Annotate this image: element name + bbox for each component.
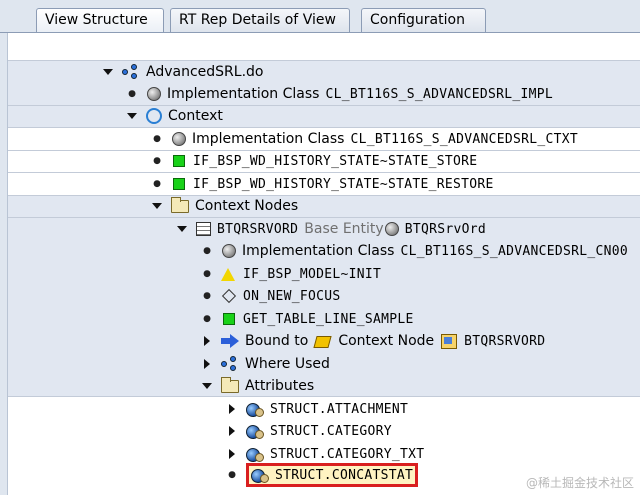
tree-node-impl-class[interactable]: ● Implementation Class CL_BT116S_S_ADVAN… bbox=[151, 128, 578, 150]
bullet-icon: ● bbox=[203, 246, 211, 256]
folder-open-icon bbox=[171, 196, 189, 213]
impl-label: Implementation Class bbox=[167, 86, 320, 102]
class-icon bbox=[147, 87, 161, 101]
impl-value: CL_BT116S_S_ADVANCEDSRL_IMPL bbox=[325, 86, 553, 102]
bullet-icon: ● bbox=[203, 314, 211, 324]
tree-node-where-used[interactable]: Where Used bbox=[201, 353, 330, 375]
base-entity-label: Base Entity bbox=[304, 221, 384, 237]
tree-node-method[interactable]: ● IF_BSP_WD_HISTORY_STATE~STATE_RESTORE bbox=[151, 173, 494, 195]
method-label: GET_TABLE_LINE_SAMPLE bbox=[243, 311, 414, 327]
root-label: AdvancedSRL.do bbox=[146, 64, 264, 80]
bullet-icon: ● bbox=[203, 269, 211, 279]
tree-node-method[interactable]: ● ON_NEW_FOCUS bbox=[201, 285, 341, 307]
tree-node-attribute-selected[interactable]: ● STRUCT.CONCATSTAT bbox=[226, 463, 419, 487]
attribute-label: STRUCT.CATEGORY_TXT bbox=[270, 446, 425, 462]
bullet-icon: ● bbox=[153, 179, 161, 189]
method-diamond-icon bbox=[221, 288, 237, 304]
row-bg bbox=[8, 105, 640, 128]
chevron-right-icon[interactable] bbox=[226, 403, 238, 415]
chevron-down-icon[interactable] bbox=[176, 223, 188, 235]
chevron-right-icon[interactable] bbox=[201, 358, 213, 370]
method-public-icon bbox=[223, 313, 235, 325]
row-bg bbox=[8, 195, 640, 218]
tree-node-impl-class[interactable]: ● Implementation Class CL_BT116S_S_ADVAN… bbox=[126, 83, 553, 105]
tab-configuration[interactable]: Configuration bbox=[361, 8, 486, 33]
bound-mid: Context Node bbox=[338, 333, 435, 349]
context-icon bbox=[146, 108, 162, 124]
attribute-label: STRUCT.CATEGORY bbox=[270, 423, 392, 439]
tree-node-attribute[interactable]: STRUCT.CATEGORY bbox=[226, 420, 392, 442]
impl-value: CL_BT116S_S_ADVANCEDSRL_CN00 bbox=[400, 243, 628, 259]
tree-node-attributes[interactable]: Attributes bbox=[201, 375, 314, 397]
bound-value: BTQRSRVORD bbox=[464, 333, 546, 349]
bullet-icon: ● bbox=[128, 89, 136, 99]
tree-node-root[interactable]: AdvancedSRL.do bbox=[102, 61, 263, 83]
impl-value: CL_BT116S_S_ADVANCEDSRL_CTXT bbox=[350, 131, 578, 147]
tree-node-context-nodes[interactable]: Context Nodes bbox=[151, 195, 298, 217]
bullet-icon: ● bbox=[228, 470, 236, 480]
tree-node-impl-class[interactable]: ● Implementation Class CL_BT116S_S_ADVAN… bbox=[201, 240, 628, 262]
tree-node-method[interactable]: ● IF_BSP_MODEL~INIT bbox=[201, 263, 381, 285]
tab-bar: View Structure RT Rep Details of View Co… bbox=[0, 0, 640, 34]
chevron-right-icon[interactable] bbox=[226, 425, 238, 437]
tree-node-btqrsrvord[interactable]: BTQRSRVORD Base Entity BTQRSrvOrd bbox=[176, 218, 486, 240]
tree-node-context[interactable]: Context bbox=[126, 105, 223, 127]
arrow-right-icon bbox=[221, 334, 239, 348]
view-structure-panel: AdvancedSRL.do ● Implementation Class CL… bbox=[7, 33, 640, 495]
bullet-icon: ● bbox=[153, 134, 161, 144]
folder-open-icon bbox=[221, 376, 239, 393]
watermark: @稀土掘金技术社区 bbox=[525, 476, 634, 490]
attribute-label: STRUCT.CONCATSTAT bbox=[275, 467, 414, 483]
chevron-down-icon[interactable] bbox=[102, 66, 114, 78]
chevron-right-icon[interactable] bbox=[226, 448, 238, 460]
tab-view-structure[interactable]: View Structure bbox=[36, 8, 164, 34]
warning-icon bbox=[221, 267, 235, 281]
chevron-down-icon[interactable] bbox=[126, 110, 138, 122]
tree-node-attribute[interactable]: STRUCT.CATEGORY_TXT bbox=[226, 443, 424, 465]
chevron-down-icon[interactable] bbox=[151, 200, 163, 212]
method-label: IF_BSP_WD_HISTORY_STATE~STATE_STORE bbox=[193, 153, 478, 169]
method-label: IF_BSP_MODEL~INIT bbox=[243, 266, 382, 282]
bullet-icon: ● bbox=[203, 291, 211, 301]
tree-node-bound-to[interactable]: Bound to Context Node BTQRSRVORD bbox=[201, 330, 545, 352]
impl-label: Implementation Class bbox=[192, 131, 345, 147]
attribute-label: STRUCT.ATTACHMENT bbox=[270, 401, 409, 417]
attribute-icon bbox=[246, 446, 264, 462]
tree-node-attribute[interactable]: STRUCT.ATTACHMENT bbox=[226, 398, 408, 420]
tab-rt-rep-details[interactable]: RT Rep Details of View bbox=[170, 8, 350, 33]
table-icon bbox=[196, 222, 211, 236]
method-label: ON_NEW_FOCUS bbox=[243, 288, 341, 304]
method-label: IF_BSP_WD_HISTORY_STATE~STATE_RESTORE bbox=[193, 176, 494, 192]
class-icon bbox=[384, 222, 399, 236]
where-used-label: Where Used bbox=[245, 356, 330, 372]
where-used-icon bbox=[221, 356, 239, 372]
selected-highlight[interactable]: STRUCT.CONCATSTAT bbox=[246, 463, 419, 487]
attributes-label: Attributes bbox=[245, 378, 315, 394]
context-nodes-label: Context Nodes bbox=[195, 198, 299, 214]
tree-node-method[interactable]: ● GET_TABLE_LINE_SAMPLE bbox=[201, 308, 414, 330]
method-public-icon bbox=[173, 178, 185, 190]
context-label: Context bbox=[168, 108, 223, 124]
spacer-row bbox=[8, 33, 640, 57]
class-icon bbox=[222, 244, 236, 258]
tree-node-method[interactable]: ● IF_BSP_WD_HISTORY_STATE~STATE_STORE bbox=[151, 150, 477, 172]
chevron-right-icon[interactable] bbox=[201, 335, 213, 347]
entity-icon bbox=[440, 333, 458, 349]
attribute-icon bbox=[246, 423, 264, 439]
bullet-icon: ● bbox=[153, 156, 161, 166]
context-node-icon bbox=[314, 333, 332, 349]
node-name: BTQRSRVORD bbox=[217, 221, 299, 237]
attribute-icon bbox=[246, 401, 264, 417]
method-public-icon bbox=[173, 155, 185, 167]
chevron-down-icon[interactable] bbox=[201, 380, 213, 392]
impl-label: Implementation Class bbox=[242, 243, 395, 259]
class-icon bbox=[172, 132, 186, 146]
entity-name: BTQRSrvOrd bbox=[404, 221, 486, 237]
attribute-icon bbox=[251, 467, 269, 483]
view-node-icon bbox=[122, 64, 140, 80]
bound-label: Bound to bbox=[245, 333, 309, 349]
